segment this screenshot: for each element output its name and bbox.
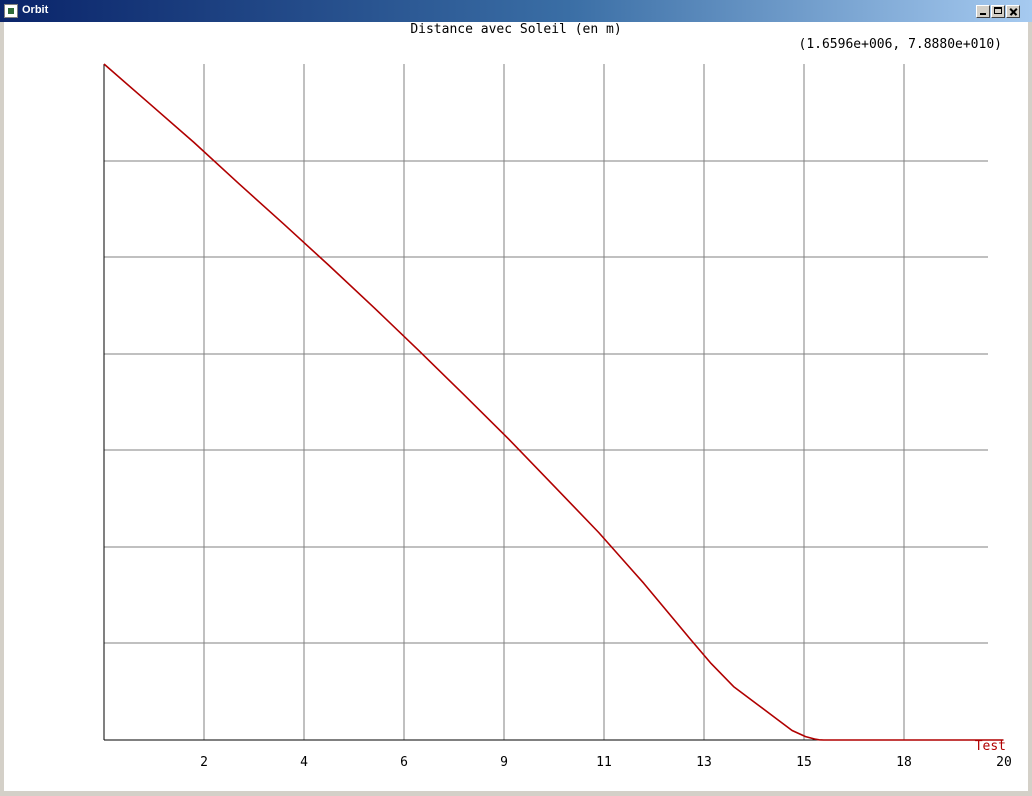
series-group [103, 63, 1004, 741]
legend-series-label: Test [975, 739, 1006, 754]
x-tick-label: 18 [896, 755, 912, 770]
chart-canvas[interactable]: 2 4 6 9 11 13 15 18 20 Distance avec Soleil (en … [4, 22, 1028, 791]
window-titlebar[interactable]: Orbit [0, 0, 1032, 22]
x-tick-label: 4 [300, 755, 308, 770]
maximize-button[interactable] [991, 5, 1005, 18]
cursor-coordinate-readout: (1.6596e+006, 7.8880e+010) [799, 37, 1003, 52]
window-title: Orbit [22, 4, 49, 16]
x-tick-label: 15 [796, 755, 812, 770]
plot-area[interactable]: 2 4 6 9 11 13 15 18 20 Distance avec Soleil (en … [4, 22, 1028, 791]
app-icon [4, 4, 18, 18]
x-tick-label: 20 [996, 755, 1012, 770]
x-tick-label: 9 [500, 755, 508, 770]
chart-title: Distance avec Soleil (en m) [410, 22, 621, 37]
close-button[interactable] [1006, 5, 1020, 18]
x-tick-label: 11 [596, 755, 612, 770]
x-tick-label: 6 [400, 755, 408, 770]
x-tick-label: 13 [696, 755, 712, 770]
grid-lines [104, 64, 988, 740]
minimize-button[interactable] [976, 5, 990, 18]
x-tick-labels: 2 4 6 9 11 13 15 18 20 [200, 755, 1012, 770]
axes [103, 64, 988, 741]
series-line-test [103, 63, 1004, 741]
x-tick-label: 2 [200, 755, 208, 770]
